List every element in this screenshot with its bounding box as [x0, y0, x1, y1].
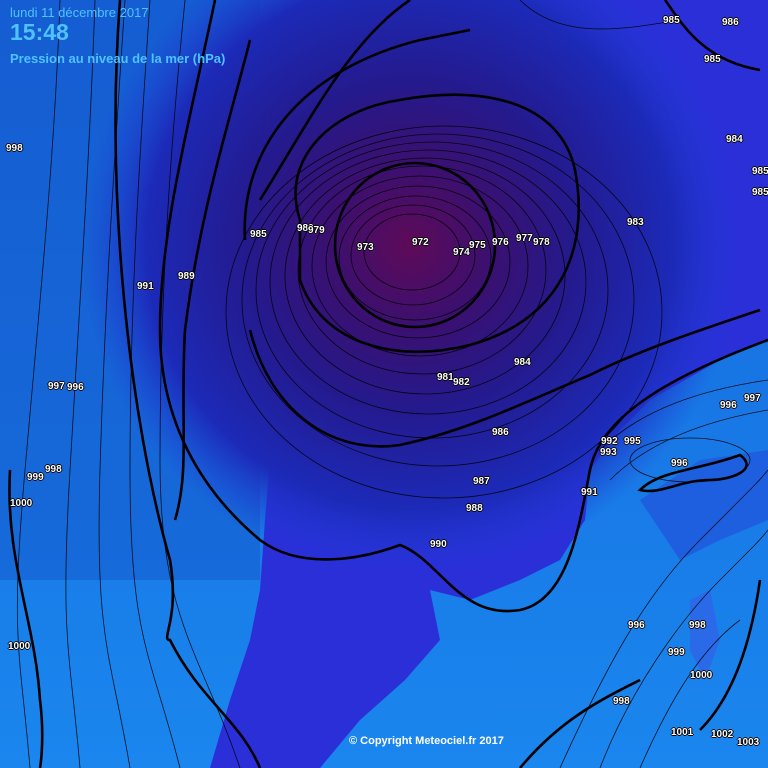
isobar-label: 975 — [469, 240, 486, 251]
isobar-label: 985 — [663, 15, 680, 26]
isobar-label: 985 — [250, 229, 267, 240]
isobar-label: 998 — [45, 464, 62, 475]
isobar-label: 1000 — [690, 670, 713, 681]
isobar-label: 991 — [581, 487, 598, 498]
isobar-label: 978 — [533, 237, 550, 248]
isobar-label: 985 — [704, 54, 721, 65]
isobar-label: 984 — [514, 357, 531, 368]
isobar-label: 1000 — [10, 498, 33, 509]
isobar-label: 988 — [466, 503, 483, 514]
isobar-label: 984 — [726, 134, 743, 145]
forecast-time: 15:48 — [10, 19, 69, 45]
isobar-label: 993 — [600, 447, 617, 458]
map-title: Pression au niveau de la mer (hPa) — [10, 51, 226, 66]
isobar-label: 1003 — [737, 737, 760, 748]
isobar-label: 985 — [752, 166, 768, 177]
isobar-label: 1001 — [671, 727, 694, 738]
isobar-label: 973 — [357, 242, 374, 253]
isobar-label: 996 — [671, 458, 688, 469]
isobar-label: 999 — [27, 472, 44, 483]
isobar-label: 996 — [67, 382, 84, 393]
isobar-label: 986 — [722, 17, 739, 28]
isobar-label: 995 — [624, 436, 641, 447]
map-canvas — [0, 0, 768, 768]
isobar-label: 983 — [627, 217, 644, 228]
isobar-label: 992 — [601, 436, 618, 447]
copyright-notice: © Copyright Meteociel.fr 2017 — [349, 735, 504, 747]
isobar-label: 997 — [48, 381, 65, 392]
isobar-label: 1002 — [711, 729, 734, 740]
isobar-label: 998 — [613, 696, 630, 707]
isobar-label: 997 — [744, 393, 761, 404]
isobar-label: 989 — [178, 271, 195, 282]
isobar-label: 987 — [473, 476, 490, 487]
isobar-label: 976 — [492, 237, 509, 248]
isobar-label: 990 — [430, 539, 447, 550]
isobar-label: 999 — [668, 647, 685, 658]
isobar-label: 991 — [137, 281, 154, 292]
isobar-label: 977 — [516, 233, 533, 244]
isobar-label: 979 — [308, 225, 325, 236]
isobar-label: 998 — [689, 620, 706, 631]
forecast-date: lundi 11 décembre 2017 — [10, 5, 149, 20]
isobar-label: 1000 — [8, 641, 31, 652]
isobar-label: 996 — [720, 400, 737, 411]
isobar-label: 996 — [628, 620, 645, 631]
isobar-label: 974 — [453, 247, 470, 258]
isobar-label: 982 — [453, 377, 470, 388]
pressure-map: lundi 11 décembre 2017 15:48 Pression au… — [0, 0, 768, 768]
isobar-label: 998 — [6, 143, 23, 154]
isobar-label: 981 — [437, 372, 454, 383]
isobar-label: 985 — [752, 187, 768, 198]
isobar-label: 972 — [412, 237, 429, 248]
isobar-label: 986 — [492, 427, 509, 438]
